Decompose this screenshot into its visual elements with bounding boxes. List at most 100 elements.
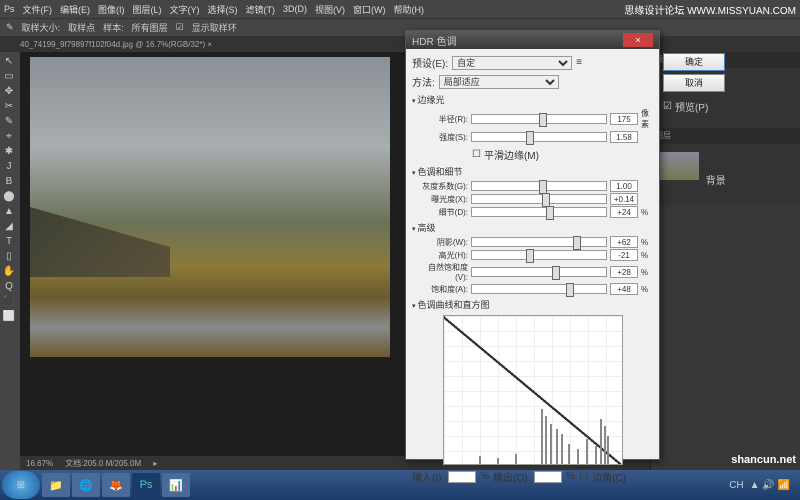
layer-name[interactable]: 背景 [706, 176, 726, 187]
section-advanced[interactable]: 高级 [412, 221, 653, 234]
tray-icons[interactable]: ▲ 🔊 📶 [750, 480, 790, 491]
menu-3d[interactable]: 3D(D) [283, 4, 307, 14]
dialog-titlebar[interactable]: HDR 色调 × [406, 31, 659, 49]
sample-value[interactable]: 所有图层 [132, 21, 168, 34]
show-ring-checkbox[interactable]: ☑ [176, 22, 184, 33]
crop-tool[interactable]: ✂ [0, 99, 18, 114]
quickmask-tool[interactable]: Q [0, 279, 18, 294]
shadow-slider[interactable] [471, 237, 607, 247]
gamma-value[interactable]: 1.00 [610, 180, 638, 192]
eyedropper-icon: ✎ [6, 22, 14, 33]
bg-color[interactable]: ⬜ [0, 309, 18, 324]
detail-unit: % [641, 208, 653, 217]
section-curve[interactable]: 色调曲线和直方图 [412, 298, 653, 311]
samplesize-value[interactable]: 取样点 [68, 21, 95, 34]
ok-button[interactable]: 确定 [663, 53, 725, 71]
exposure-value[interactable]: +0.14 [610, 193, 638, 205]
input-label: 输入(I): [412, 469, 444, 484]
status-arrow-icon[interactable]: ▸ [153, 459, 157, 468]
method-label: 方法: [412, 74, 435, 89]
menu-view[interactable]: 视图(V) [315, 3, 345, 16]
samplesize-label: 取样大小: [22, 21, 61, 34]
stamp-tool[interactable]: J [0, 159, 18, 174]
fg-color[interactable]: ⬛ [0, 294, 18, 309]
menu-layer[interactable]: 图层(L) [133, 3, 162, 16]
corner-checkbox[interactable]: ☐ [579, 471, 588, 482]
start-button[interactable]: ⊞ [2, 471, 40, 499]
marquee-tool[interactable]: ▭ [0, 69, 18, 84]
hand-tool[interactable]: ✋ [0, 264, 18, 279]
brush-tool[interactable]: ✱ [0, 144, 18, 159]
menu-type[interactable]: 文字(Y) [170, 3, 200, 16]
gamma-slider[interactable] [471, 181, 607, 191]
menu-edit[interactable]: 编辑(E) [60, 3, 90, 16]
document-tab[interactable]: 40_74199_9f79897f102f04d.jpg @ 16.7%(RGB… [20, 40, 212, 49]
detail-slider[interactable] [471, 207, 607, 217]
document-canvas[interactable] [30, 57, 390, 357]
taskbar-app[interactable]: 📊 [162, 473, 190, 497]
saturation-value[interactable]: +48 [610, 283, 638, 295]
taskbar-ie[interactable]: 🌐 [72, 473, 100, 497]
smooth-label: 平滑边缘(M) [484, 147, 539, 162]
section-edge-glow[interactable]: 边缘光 [412, 93, 653, 106]
tone-curve[interactable] [443, 315, 623, 465]
menu-help[interactable]: 帮助(H) [394, 3, 425, 16]
zoom-level[interactable]: 16.67% [26, 459, 53, 468]
vibrance-value[interactable]: +28 [610, 266, 638, 278]
radius-value[interactable]: 175 [610, 113, 638, 125]
system-tray[interactable]: CH ▲ 🔊 📶 [729, 480, 798, 491]
taskbar-firefox[interactable]: 🦊 [102, 473, 130, 497]
output-field[interactable] [534, 471, 562, 483]
lasso-tool[interactable]: ✥ [0, 84, 18, 99]
highlight-slider[interactable] [471, 250, 607, 260]
radius-label: 半径(R): [420, 114, 468, 125]
preview-checkbox[interactable]: ☑预览(P) [663, 99, 725, 114]
highlight-value[interactable]: -21 [610, 249, 638, 261]
move-tool[interactable]: ↖ [0, 54, 18, 69]
tool-palette: ↖ ▭ ✥ ✂ ✎ ⌖ ✱ J B ⬤ ▲ ◢ T ▯ ✋ Q ⬛ ⬜ [0, 52, 20, 470]
strength-value[interactable]: 1.58 [610, 131, 638, 143]
menu-file[interactable]: 文件(F) [23, 3, 53, 16]
history-brush-tool[interactable]: B [0, 174, 18, 189]
windows-taskbar: ⊞ 📁 🌐 🦊 Ps 📊 CH ▲ 🔊 📶 [0, 470, 800, 500]
vibrance-label: 自然饱和度(V): [420, 262, 468, 282]
shadow-value[interactable]: +62 [610, 236, 638, 248]
menu-select[interactable]: 选择(S) [208, 3, 238, 16]
preset-menu-icon[interactable]: ≡ [576, 57, 582, 68]
layer-thumbnail[interactable] [659, 152, 699, 180]
shadow-unit: % [641, 238, 653, 247]
menu-filter[interactable]: 滤镜(T) [246, 3, 276, 16]
healing-tool[interactable]: ⌖ [0, 129, 18, 144]
eyedropper-tool[interactable]: ✎ [0, 114, 18, 129]
vibrance-unit: % [641, 268, 653, 277]
corner-label: 边角(C) [592, 469, 626, 484]
smooth-checkbox[interactable]: ☐ [472, 149, 481, 160]
type-tool[interactable]: T [0, 234, 18, 249]
close-icon[interactable]: × [623, 33, 653, 47]
path-tool[interactable]: ▯ [0, 249, 18, 264]
eraser-tool[interactable]: ⬤ [0, 189, 18, 204]
taskbar-photoshop[interactable]: Ps [132, 473, 160, 497]
pen-tool[interactable]: ◢ [0, 219, 18, 234]
menu-window[interactable]: 窗口(W) [353, 3, 386, 16]
vibrance-slider[interactable] [471, 267, 607, 277]
output-label: 输出(O): [493, 469, 530, 484]
saturation-slider[interactable] [471, 284, 607, 294]
section-tone-detail[interactable]: 色调和细节 [412, 165, 653, 178]
cancel-button[interactable]: 取消 [663, 74, 725, 92]
exposure-slider[interactable] [471, 194, 607, 204]
radius-slider[interactable] [471, 114, 607, 124]
saturation-unit: % [641, 285, 653, 294]
menu-image[interactable]: 图像(I) [98, 3, 125, 16]
detail-value[interactable]: +24 [610, 206, 638, 218]
gradient-tool[interactable]: ▲ [0, 204, 18, 219]
sample-label: 样本: [103, 21, 124, 34]
method-select[interactable]: 局部适应 [439, 75, 559, 89]
strength-slider[interactable] [471, 132, 607, 142]
taskbar-explorer[interactable]: 📁 [42, 473, 70, 497]
preset-select[interactable]: 自定 [452, 56, 572, 70]
input-field[interactable] [448, 471, 476, 483]
tray-lang[interactable]: CH [729, 480, 743, 491]
windows-icon: ⊞ [17, 480, 25, 491]
layers-panel-header[interactable]: 图层 [651, 128, 800, 144]
